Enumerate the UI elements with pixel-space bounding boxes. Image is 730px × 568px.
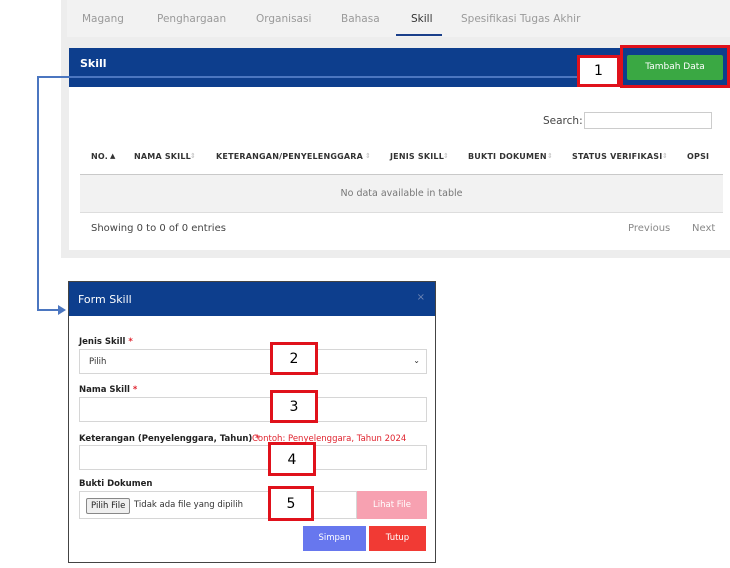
- annotation-number: 2: [289, 351, 299, 367]
- annotation-box-1: 1: [577, 55, 620, 87]
- column-header-bukti-dokumen[interactable]: BUKTI DOKUMEN: [468, 152, 547, 161]
- annotation-box-4: 4: [268, 442, 316, 476]
- sort-icon[interactable]: ⇕: [547, 152, 553, 160]
- jenis-skill-label: Jenis Skill *: [79, 337, 133, 347]
- modal-header: Form Skill ×: [69, 282, 435, 316]
- tab-skill[interactable]: Skill: [411, 13, 433, 25]
- tab-organisasi[interactable]: Organisasi: [256, 13, 311, 25]
- bukti-dokumen-file-input[interactable]: Pilih File Tidak ada file yang dipilih: [79, 491, 357, 519]
- search-label: Search:: [543, 115, 583, 127]
- previous-page-button[interactable]: Previous: [628, 223, 670, 234]
- card-title: Skill: [80, 57, 107, 70]
- annotation-box-3: 3: [270, 390, 318, 423]
- tab-spesifikasi-tugas-akhir[interactable]: Spesifikasi Tugas Akhir: [461, 13, 580, 25]
- column-header-opsi[interactable]: OPSI: [687, 152, 709, 161]
- modal-title: Form Skill: [78, 293, 132, 306]
- tab-magang[interactable]: Magang: [82, 13, 124, 25]
- tutup-button[interactable]: Tutup: [369, 526, 426, 551]
- next-page-button[interactable]: Next: [692, 223, 715, 234]
- annotation-number: 3: [289, 399, 299, 415]
- annotation-number: 5: [286, 496, 296, 512]
- sort-icon[interactable]: ⇕: [365, 152, 371, 160]
- keterangan-label: Keterangan (Penyelenggara, Tahun) *: [79, 434, 260, 444]
- annotation-number: 4: [287, 452, 297, 468]
- nama-skill-input[interactable]: [79, 397, 427, 422]
- column-header-jenis-skill[interactable]: JENIS SKILL: [390, 152, 444, 161]
- sort-icon[interactable]: ⇕: [190, 152, 196, 160]
- column-header-no[interactable]: NO.: [91, 152, 108, 161]
- sort-icon[interactable]: ⇕: [443, 152, 449, 160]
- close-icon[interactable]: ×: [417, 292, 425, 303]
- annotation-box-5: 5: [268, 486, 314, 521]
- tab-bar: Magang Penghargaan Organisasi Bahasa Ski…: [67, 0, 730, 37]
- empty-table-message: No data available in table: [340, 188, 463, 199]
- nama-skill-label: Nama Skill *: [79, 385, 138, 395]
- annotation-highlight-add-button: [620, 45, 730, 88]
- lihat-file-button[interactable]: Lihat File: [357, 491, 427, 519]
- bukti-dokumen-label: Bukti Dokumen: [79, 479, 153, 489]
- sort-asc-icon[interactable]: ▲: [110, 152, 115, 160]
- sort-icon[interactable]: ⇕: [662, 152, 668, 160]
- connector-line: [37, 76, 39, 310]
- active-tab-indicator: [396, 34, 442, 36]
- table-row: No data available in table: [80, 175, 723, 213]
- search-input[interactable]: [584, 112, 712, 129]
- jenis-skill-value: Pilih: [89, 357, 107, 367]
- simpan-button[interactable]: Simpan: [303, 526, 366, 551]
- column-header-keterangan[interactable]: KETERANGAN/PENYELENGGARA: [216, 152, 363, 161]
- pilih-file-button[interactable]: Pilih File: [86, 498, 131, 514]
- tab-bahasa[interactable]: Bahasa: [341, 13, 380, 25]
- column-header-status-verifikasi[interactable]: STATUS VERIFIKASI: [572, 152, 662, 161]
- form-skill-modal: Form Skill × Jenis Skill * Pilih ⌄ Nama …: [68, 281, 436, 563]
- tab-penghargaan[interactable]: Penghargaan: [157, 13, 226, 25]
- keterangan-input[interactable]: [79, 445, 427, 470]
- jenis-skill-select[interactable]: Pilih ⌄: [79, 349, 427, 374]
- annotation-box-2: 2: [270, 342, 318, 375]
- column-header-nama-skill[interactable]: NAMA SKILL: [134, 152, 191, 161]
- chevron-down-icon: ⌄: [413, 356, 420, 365]
- file-status-text: Tidak ada file yang dipilih: [134, 500, 244, 510]
- connector-line: [37, 76, 577, 78]
- connector-arrow-icon: [58, 305, 66, 315]
- connector-line: [37, 309, 59, 311]
- table-info: Showing 0 to 0 of 0 entries: [91, 223, 226, 234]
- annotation-number: 1: [594, 63, 603, 79]
